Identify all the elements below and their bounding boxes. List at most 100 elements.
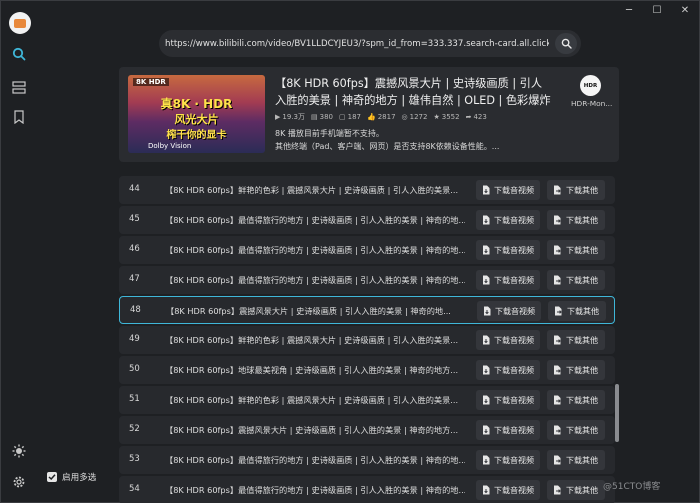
download-other-button[interactable]: 下载其他 [547,270,605,290]
file-export-icon [554,275,561,285]
theme-icon[interactable] [10,442,28,460]
episode-title: 【8K HDR 60fps】最值得旅行的地方 | 史诗级画质 | 引人入胜的美景… [165,485,465,495]
download-av-label: 下载音视频 [494,245,534,255]
episode-row[interactable]: 50 【8K HDR 60fps】地球最美视角 | 史诗级画质 | 引人入胜的美景… [119,356,615,384]
episode-row[interactable]: 46 【8K HDR 60fps】最值得旅行的地方 | 史诗级画质 | 引人入胜的… [119,236,615,264]
file-export-icon [555,306,562,316]
download-other-button[interactable]: 下载其他 [547,330,605,350]
search-button[interactable] [555,33,577,54]
search-icon [561,38,572,49]
maximize-button[interactable]: ☐ [643,1,671,19]
star-icon: ★ [433,113,440,121]
episode-row[interactable]: 45 【8K HDR 60fps】最值得旅行的地方 | 史诗级画质 | 引人入胜的… [119,206,615,234]
episode-number: 44 [129,184,140,194]
episode-title: 【8K HDR 60fps】鲜艳的色彩 | 震撼风景大片 | 史诗级画质 | 引… [165,395,459,405]
danmaku-stat: ▤ 380 [310,113,333,121]
file-download-icon [483,185,490,195]
checkbox[interactable] [47,472,57,482]
episode-row[interactable]: 54 【8K HDR 60fps】最值得旅行的地方 | 史诗级画质 | 引人入胜的… [119,476,615,503]
download-av-label: 下载音视频 [494,395,534,405]
download-av-label: 下载音视频 [494,275,534,285]
file-export-icon [554,245,561,255]
episode-row[interactable]: 47 【8K HDR 60fps】最值得旅行的地方 | 史诗级画质 | 引人入胜的… [119,266,615,294]
download-other-button[interactable]: 下载其他 [547,240,605,260]
episode-row[interactable]: 49 【8K HDR 60fps】鲜艳的色彩 | 震撼风景大片 | 史诗级画质 |… [119,326,615,354]
video-description: 8K 播放目前手机端暂不支持。 其他终端（Pad、客户端、网页）是否支持8K依赖… [275,127,499,153]
multi-select-toggle[interactable]: 启用多选 [47,471,96,483]
download-other-label: 下载其他 [566,185,598,195]
download-av-button[interactable]: 下载音视频 [476,480,540,500]
episode-number: 54 [129,484,140,494]
download-av-label: 下载音视频 [495,306,535,316]
bookmark-icon[interactable] [10,108,28,126]
file-export-icon [554,455,561,465]
file-export-icon [554,335,561,345]
file-export-icon [554,395,561,405]
episode-title: 【8K HDR 60fps】鲜艳的色彩 | 震撼风景大片 | 史诗级画质 | 引… [165,335,459,345]
episode-title: 【8K HDR 60fps】最值得旅行的地方 | 史诗级画质 | 引人入胜的美景… [165,245,465,255]
scrollbar-thumb[interactable] [615,384,619,442]
download-av-label: 下载音视频 [494,215,534,225]
download-other-label: 下载其他 [566,425,598,435]
download-other-label: 下载其他 [566,275,598,285]
episode-row[interactable]: 53 【8K HDR 60fps】最值得旅行的地方 | 史诗级画质 | 引人入胜的… [119,446,615,474]
episode-row[interactable]: 51 【8K HDR 60fps】鲜艳的色彩 | 震撼风景大片 | 史诗级画质 |… [119,386,615,414]
coin-icon: ◎ [401,113,408,121]
settings-gear-icon[interactable] [10,473,28,491]
file-export-icon [554,215,561,225]
thumbnail-badge: 8K HDR [133,78,169,86]
thumbnail-text-line1: 真8K · HDR [160,97,233,111]
minimize-button[interactable]: ─ [615,1,643,19]
download-other-button[interactable]: 下载其他 [547,390,605,410]
download-av-button[interactable]: 下载音视频 [476,360,540,380]
download-other-button[interactable]: 下载其他 [547,210,605,230]
episode-number: 50 [129,364,140,374]
episode-number: 45 [129,214,140,224]
file-export-icon [554,365,561,375]
download-av-label: 下载音视频 [494,335,534,345]
download-other-label: 下载其他 [566,365,598,375]
downloads-icon[interactable] [10,78,28,96]
download-other-button[interactable]: 下载其他 [547,450,605,470]
uploader-name[interactable]: HDR-Mon... [571,99,612,108]
file-download-icon [483,485,490,495]
episode-title: 【8K HDR 60fps】最值得旅行的地方 | 史诗级画质 | 引人入胜的美景… [165,455,465,465]
download-other-button[interactable]: 下载其他 [547,420,605,440]
download-av-button[interactable]: 下载音视频 [476,180,540,200]
replies-stat: ▢ 187 [338,113,361,121]
comment-icon: ▢ [338,113,346,121]
watermark: @51CTO博客 [603,482,661,492]
episode-title: 【8K HDR 60fps】最值得旅行的地方 | 史诗级画质 | 引人入胜的美景… [165,215,465,225]
download-other-button[interactable]: 下载其他 [547,360,605,380]
download-other-button[interactable]: 下载其他 [547,480,605,500]
episode-row[interactable]: 44 【8K HDR 60fps】鲜艳的色彩 | 震撼风景大片 | 史诗级画质 |… [119,176,615,204]
download-av-button[interactable]: 下载音视频 [476,270,540,290]
file-download-icon [483,425,490,435]
download-av-label: 下载音视频 [494,455,534,465]
close-button[interactable]: ✕ [671,1,699,19]
download-av-button[interactable]: 下载音视频 [476,240,540,260]
download-other-label: 下载其他 [566,245,598,255]
url-input[interactable] [165,34,549,53]
episode-number: 48 [130,305,141,315]
file-export-icon [554,485,561,495]
download-other-button[interactable]: 下载其他 [548,301,606,321]
likes-stat: 👍 2817 [366,113,396,121]
download-av-button[interactable]: 下载音视频 [476,420,540,440]
episode-row[interactable]: 52 【8K HDR 60fps】震撼风景大片 | 史诗级画质 | 引人入胜的美景… [119,416,615,444]
download-av-button[interactable]: 下载音视频 [477,301,541,321]
download-av-button[interactable]: 下载音视频 [476,450,540,470]
file-download-icon [483,245,490,255]
thumbnail-text-line2: 风光大片 [174,113,219,126]
download-av-button[interactable]: 下载音视频 [476,330,540,350]
uploader-avatar[interactable]: HDR [580,75,601,96]
download-other-button[interactable]: 下载其他 [547,180,605,200]
favorites-stat: ★ 3552 [433,113,460,121]
download-av-button[interactable]: 下载音视频 [476,210,540,230]
episode-number: 53 [129,454,140,464]
download-av-button[interactable]: 下载音视频 [476,390,540,410]
episode-row[interactable]: 48 【8K HDR 60fps】震撼风景大片 | 史诗级画质 | 引人入胜的美景… [119,296,615,324]
episode-title: 【8K HDR 60fps】鲜艳的色彩 | 震撼风景大片 | 史诗级画质 | 引… [165,185,459,195]
download-av-label: 下载音视频 [494,365,534,375]
search-icon[interactable] [10,45,28,63]
